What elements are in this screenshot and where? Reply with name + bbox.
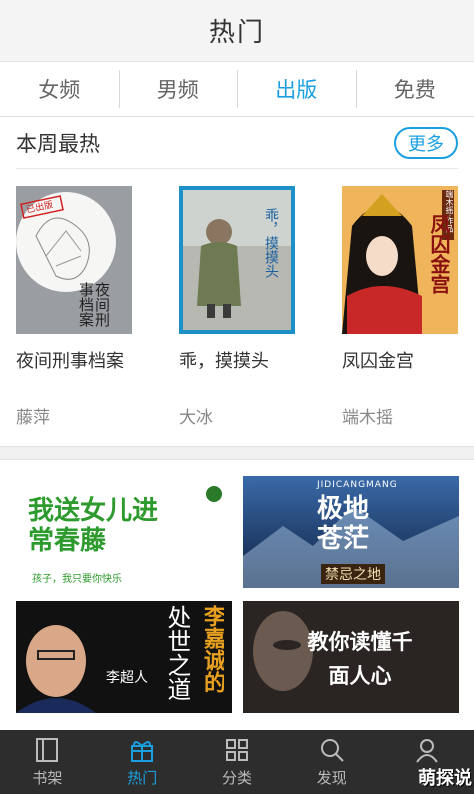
nav-label: 分类 [221,768,252,787]
page-title: 热门 [208,18,265,48]
book-title[interactable]: 夜间刑事档案 [16,347,124,373]
watermark: 萌探说 [417,768,472,789]
user-icon [414,737,440,763]
nav-hot[interactable]: 热门 [95,730,190,794]
book-title[interactable]: 凤囚金宫 [342,347,414,373]
nav-label: 发现 [316,768,347,787]
book-card[interactable]: 已出版 夜间刑事档案 夜间刑事档案 藤萍 [16,186,156,428]
book-author: 端木摇 [342,408,393,428]
book-author: 藤萍 [16,408,50,428]
nav-category[interactable]: 分类 [190,730,285,794]
book-cover[interactable]: 已出版 夜间刑事档案 [16,186,132,334]
category-tabs: 女频 男频 出版 免费 [0,62,474,117]
tab-published[interactable]: 出版 [237,62,356,116]
book-card[interactable]: 乖，摸摸头 乖，摸摸头 大冰 [179,186,319,428]
banner-ivy-league[interactable]: 我送女儿进常春藤 孩子，我只要你快乐 [16,476,232,588]
nav-label: 书架 [32,768,63,787]
cover-title: 凤囚金宫 [427,214,450,294]
search-icon [319,737,345,763]
banner-subline: 禁忌之地 [321,564,385,584]
cover-title: 夜间刑事档案 [77,282,110,327]
banner-tagline: 孩子，我只要你快乐 [32,574,122,585]
book-cover[interactable]: 乖，摸摸头 [179,186,295,334]
section-header: 本周最热 更多 [0,117,474,169]
book-title[interactable]: 乖，摸摸头 [179,347,269,373]
section-separator [0,446,474,460]
banner-li-ka-shing[interactable]: 李超人 处世之道 李嘉诚的 [16,601,232,713]
banner-headline: 教你读懂千面人心 [307,630,413,688]
banner-headline: 处世之道 [164,605,190,701]
book-author: 大冰 [179,408,213,428]
grid-icon [224,737,250,763]
bottom-navigation: 书架 热门 分类 发现 我 萌探说 [0,730,474,794]
nav-label: 热门 [127,768,158,787]
banner-read-minds[interactable]: 教你读懂千面人心 [243,601,459,713]
bookshelf-icon [34,737,60,763]
tab-free[interactable]: 免费 [355,62,474,116]
banner-headline: 极地苍茫 [317,494,370,554]
banner-author: 李超人 [106,670,148,686]
section-title: 本周最热 [16,132,100,156]
banner-top-text: JIDICANGMANG [317,480,398,490]
weekly-hot-books: 已出版 夜间刑事档案 夜间刑事档案 藤萍 乖，摸摸头 乖，摸摸头 大冰 端木摇·… [0,186,474,436]
banner-headline: 我送女儿进常春藤 [28,496,159,556]
book-cover[interactable]: 端木摇·作品 凤囚金宫 [342,186,458,334]
nav-bookshelf[interactable]: 书架 [0,730,95,794]
tab-male[interactable]: 男频 [118,62,238,116]
gift-icon [129,737,155,763]
section-divider [16,168,458,169]
banner-accent: 李嘉诚的 [200,605,224,693]
cover-title: 乖，摸摸头 [263,208,279,278]
more-button[interactable]: 更多 [394,127,458,159]
banner-polar[interactable]: JIDICANGMANG 极地苍茫 禁忌之地 [243,476,459,588]
top-bar: 热门 [0,0,474,62]
book-card[interactable]: 端木摇·作品 凤囚金宫 凤囚金宫 端木摇 [342,186,474,428]
tab-female[interactable]: 女频 [0,62,119,116]
nav-profile[interactable]: 我 萌探说 [379,730,474,794]
nav-discover[interactable]: 发现 [284,730,379,794]
